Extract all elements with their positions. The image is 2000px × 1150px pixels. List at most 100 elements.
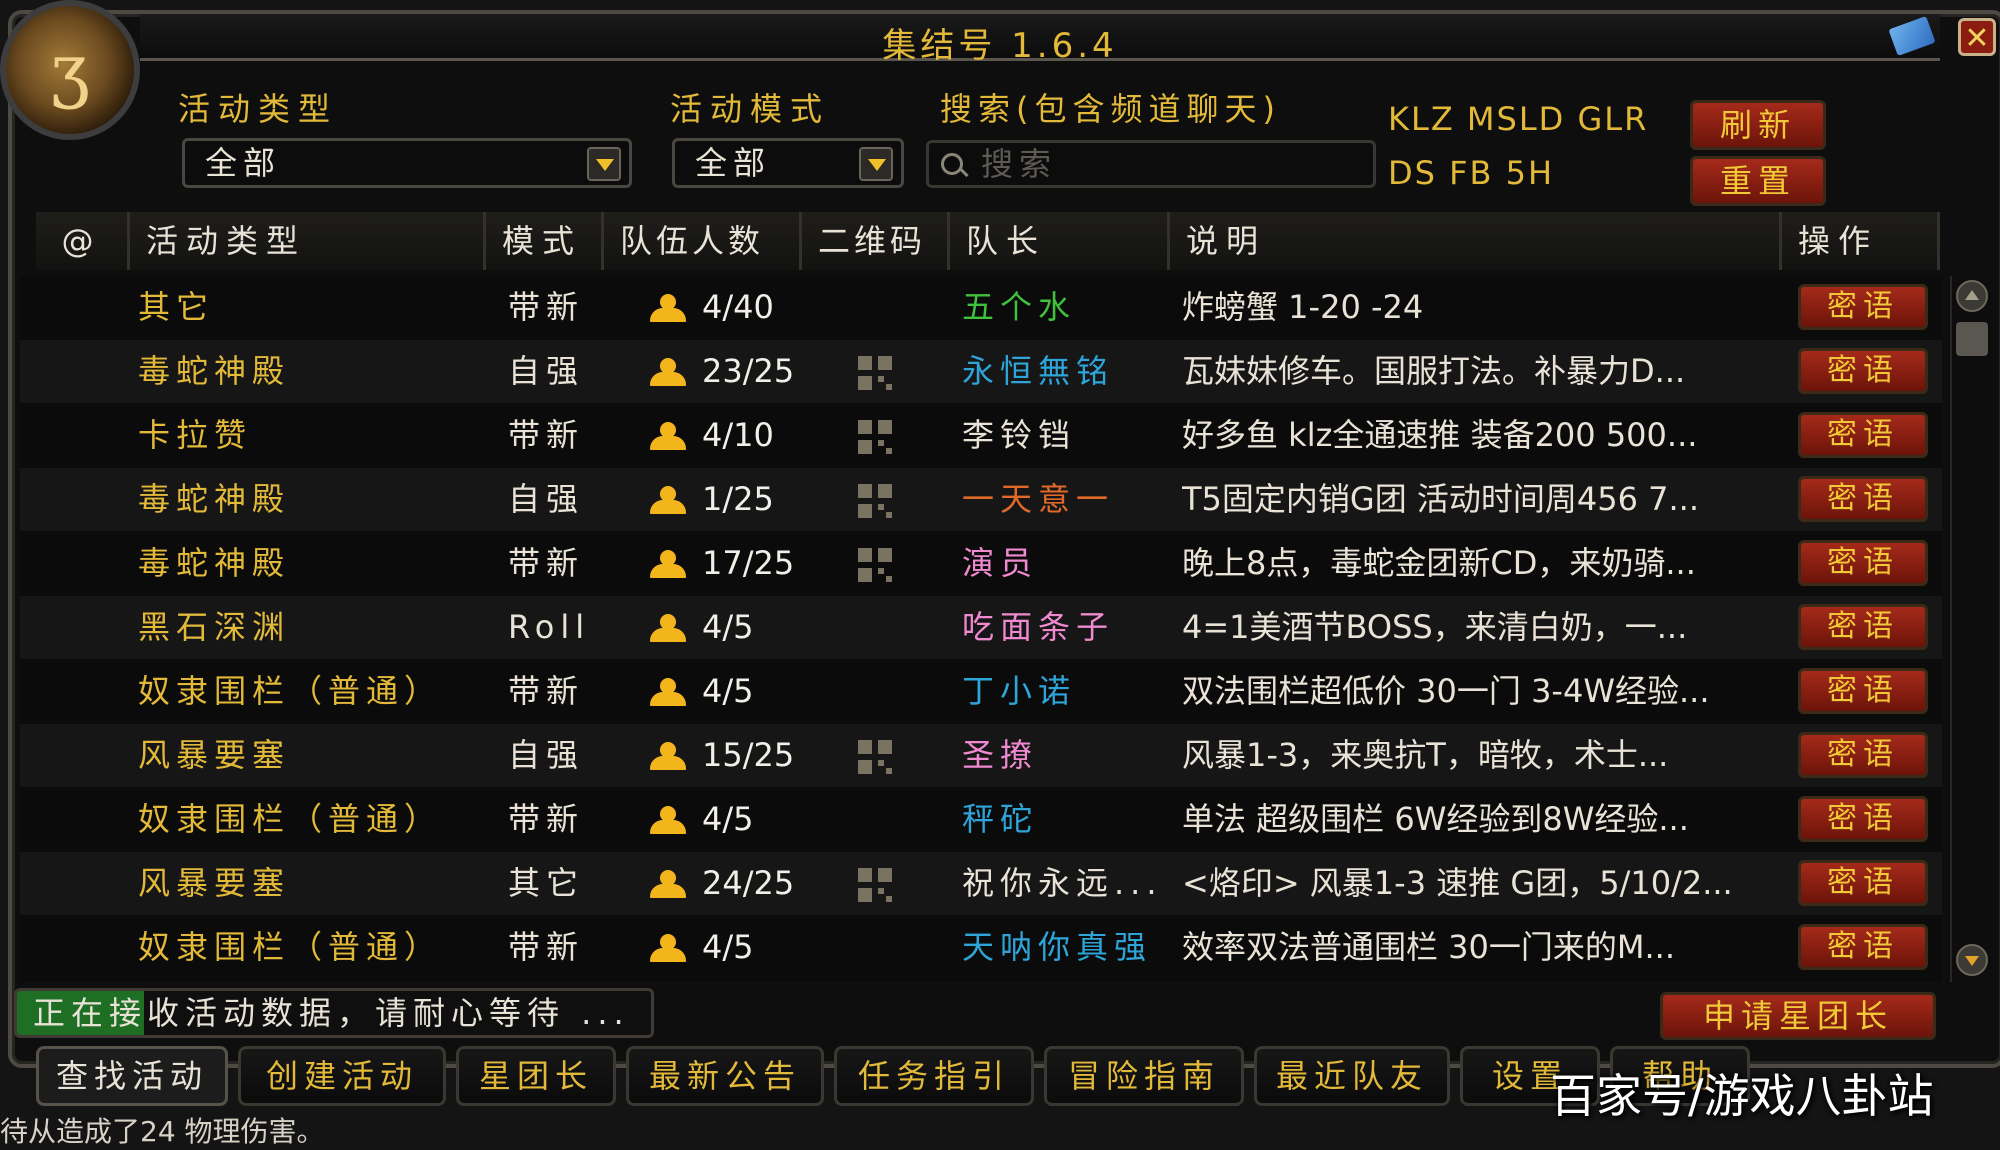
row-team-size: 4/40 [702, 288, 774, 326]
row-leader[interactable]: 圣撩 [962, 724, 1038, 787]
refresh-button[interactable]: 刷新 [1690, 100, 1826, 150]
tab-latest-announcement[interactable]: 最新公告 [626, 1046, 824, 1106]
activity-type-label: 活动类型 [178, 90, 339, 128]
activity-mode-value: 全部 [695, 144, 772, 182]
row-leader[interactable]: 丁小诺 [962, 660, 1076, 723]
row-team-size: 17/25 [702, 544, 795, 582]
tab-star-leader[interactable]: 星团长 [456, 1046, 616, 1106]
tab-find-activity[interactable]: 查找活动 [36, 1046, 228, 1106]
table-row[interactable]: 毒蛇神殿 自强 23/25 永恒無铭 瓦妹妹修车。国服打法。补暴力D... 密语 [20, 340, 1942, 403]
table-row[interactable]: 奴隶围栏（普通） 带新 4/5 天呐你真强 效率双法普通围栏 30一门来的M... 密语 [20, 916, 1942, 979]
column-header-activity-type[interactable]: 活动类型 [130, 212, 486, 270]
row-leader[interactable]: 吃面条子 [962, 596, 1114, 659]
row-mode: 带新 [508, 544, 585, 582]
table-row[interactable]: 风暴要塞 自强 15/25 圣撩 风暴1-3，来奥抗T，暗牧，术士... 密语 [20, 724, 1942, 787]
whisper-button[interactable]: 密语 [1798, 348, 1928, 394]
table-row[interactable]: 风暴要塞 其它 24/25 祝你永远... <烙印> 风暴1-3 速推 G团，5/10/… [20, 852, 1942, 915]
whisper-button[interactable]: 密语 [1798, 540, 1928, 586]
raid-tags-line-2[interactable]: DS FB 5H [1388, 154, 1554, 192]
row-leader[interactable]: 祝你永远... [962, 852, 1163, 915]
raid-tags-line-1[interactable]: KLZ MSLD GLR [1388, 100, 1648, 138]
tab-recent-teammates[interactable]: 最近队友 [1254, 1046, 1450, 1106]
row-description: 风暴1-3，来奥抗T，暗牧，术士... [1182, 736, 1669, 774]
row-team-size: 4/5 [702, 928, 754, 966]
row-activity-type: 风暴要塞 [138, 864, 291, 902]
row-description: T5固定内销G团 活动时间周456 7... [1182, 480, 1700, 518]
tab-create-activity[interactable]: 创建活动 [238, 1046, 446, 1106]
row-leader[interactable]: 五个水 [962, 276, 1076, 339]
whisper-button[interactable]: 密语 [1798, 284, 1928, 330]
chevron-down-icon[interactable] [859, 147, 893, 181]
row-activity-type: 其它 [138, 288, 215, 326]
row-leader[interactable]: 李铃铛 [962, 404, 1076, 467]
column-header-at[interactable]: @ [36, 212, 130, 270]
row-activity-type: 奴隶围栏（普通） [138, 672, 443, 710]
qr-icon[interactable] [858, 484, 892, 518]
row-mode: 带新 [508, 672, 585, 710]
table-row[interactable]: 毒蛇神殿 自强 1/25 一天意一 T5固定内销G团 活动时间周456 7... 密语 [20, 468, 1942, 531]
person-icon [646, 806, 690, 834]
table-row[interactable]: 毒蛇神殿 带新 17/25 演员 晚上8点，毒蛇金团新CD，来奶骑... 密语 [20, 532, 1942, 595]
table-row[interactable]: 其它 带新 4/40 五个水 炸螃蟹 1-20 -24 密语 [20, 276, 1942, 339]
whisper-button[interactable]: 密语 [1798, 924, 1928, 970]
person-icon [646, 934, 690, 962]
search-icon [941, 153, 963, 175]
column-header-mode[interactable]: 模式 [486, 212, 604, 270]
scroll-thumb[interactable] [1956, 322, 1988, 356]
column-header-qr-code[interactable]: 二维码 [802, 212, 950, 270]
column-header-description[interactable]: 说明 [1170, 212, 1782, 270]
row-description: 单法 超级围栏 6W经验到8W经验... [1182, 800, 1689, 838]
table-row[interactable]: 卡拉赞 带新 4/10 李铃铛 好多鱼 klz全通速推 装备200 500... 密语 [20, 404, 1942, 467]
addon-logo: ʒ [0, 0, 140, 140]
qr-icon[interactable] [858, 420, 892, 454]
whisper-button[interactable]: 密语 [1798, 412, 1928, 458]
list-scrollbar[interactable] [1950, 276, 1992, 982]
reset-button[interactable]: 重置 [1690, 156, 1826, 206]
apply-star-leader-button[interactable]: 申请星团长 [1660, 992, 1936, 1040]
qr-icon[interactable] [858, 868, 892, 902]
logo-glyph: ʒ [50, 29, 90, 111]
whisper-button[interactable]: 密语 [1798, 860, 1928, 906]
table-row[interactable]: 奴隶围栏（普通） 带新 4/5 秤砣 单法 超级围栏 6W经验到8W经验... 密语 [20, 788, 1942, 851]
row-leader[interactable]: 天呐你真强 [962, 916, 1152, 979]
chevron-down-icon[interactable] [587, 147, 621, 181]
scroll-down-icon[interactable] [1956, 944, 1988, 976]
search-input[interactable]: 搜索 [926, 140, 1376, 188]
person-icon [646, 742, 690, 770]
activity-type-value: 全部 [205, 144, 282, 182]
whisper-button[interactable]: 密语 [1798, 796, 1928, 842]
tab-quest-guide[interactable]: 任务指引 [834, 1046, 1034, 1106]
row-team-size: 24/25 [702, 864, 795, 902]
row-mode: 自强 [508, 352, 585, 390]
qr-icon[interactable] [858, 740, 892, 774]
row-team-size: 15/25 [702, 736, 795, 774]
qr-icon[interactable] [858, 548, 892, 582]
qr-icon[interactable] [858, 356, 892, 390]
whisper-button[interactable]: 密语 [1798, 476, 1928, 522]
row-team-size: 4/5 [702, 672, 754, 710]
row-leader[interactable]: 秤砣 [962, 788, 1038, 851]
table-row[interactable]: 黑石深渊 Roll 4/5 吃面条子 4=1美酒节BOSS，来清白奶，一... 密语 [20, 596, 1942, 659]
tab-adventure-guide[interactable]: 冒险指南 [1044, 1046, 1244, 1106]
whisper-button[interactable]: 密语 [1798, 732, 1928, 778]
person-icon [646, 550, 690, 578]
row-leader[interactable]: 一天意一 [962, 468, 1114, 531]
row-leader[interactable]: 永恒無铭 [962, 340, 1114, 403]
row-activity-type: 毒蛇神殿 [138, 544, 291, 582]
scroll-up-icon[interactable] [1956, 280, 1988, 312]
whisper-button[interactable]: 密语 [1798, 668, 1928, 714]
activity-type-dropdown[interactable]: 全部 [182, 138, 632, 188]
column-header-actions[interactable]: 操作 [1782, 212, 1940, 270]
row-description: 晚上8点，毒蛇金团新CD，来奶骑... [1182, 544, 1696, 582]
table-row[interactable]: 奴隶围栏（普通） 带新 4/5 丁小诺 双法围栏超低价 30一门 3-4W经验... 密语 [20, 660, 1942, 723]
watermark: 百家号/游戏八卦站 [1550, 1069, 1934, 1123]
whisper-button[interactable]: 密语 [1798, 604, 1928, 650]
activity-mode-dropdown[interactable]: 全部 [672, 138, 904, 188]
close-button[interactable]: ✕ [1958, 18, 1996, 56]
row-activity-type: 毒蛇神殿 [138, 480, 291, 518]
column-header-leader[interactable]: 队长 [950, 212, 1170, 270]
window-title: 集结号 1.6.4 [882, 26, 1118, 66]
person-icon [646, 294, 690, 322]
row-leader[interactable]: 演员 [962, 532, 1038, 595]
column-header-team-size[interactable]: 队伍人数 [604, 212, 802, 270]
